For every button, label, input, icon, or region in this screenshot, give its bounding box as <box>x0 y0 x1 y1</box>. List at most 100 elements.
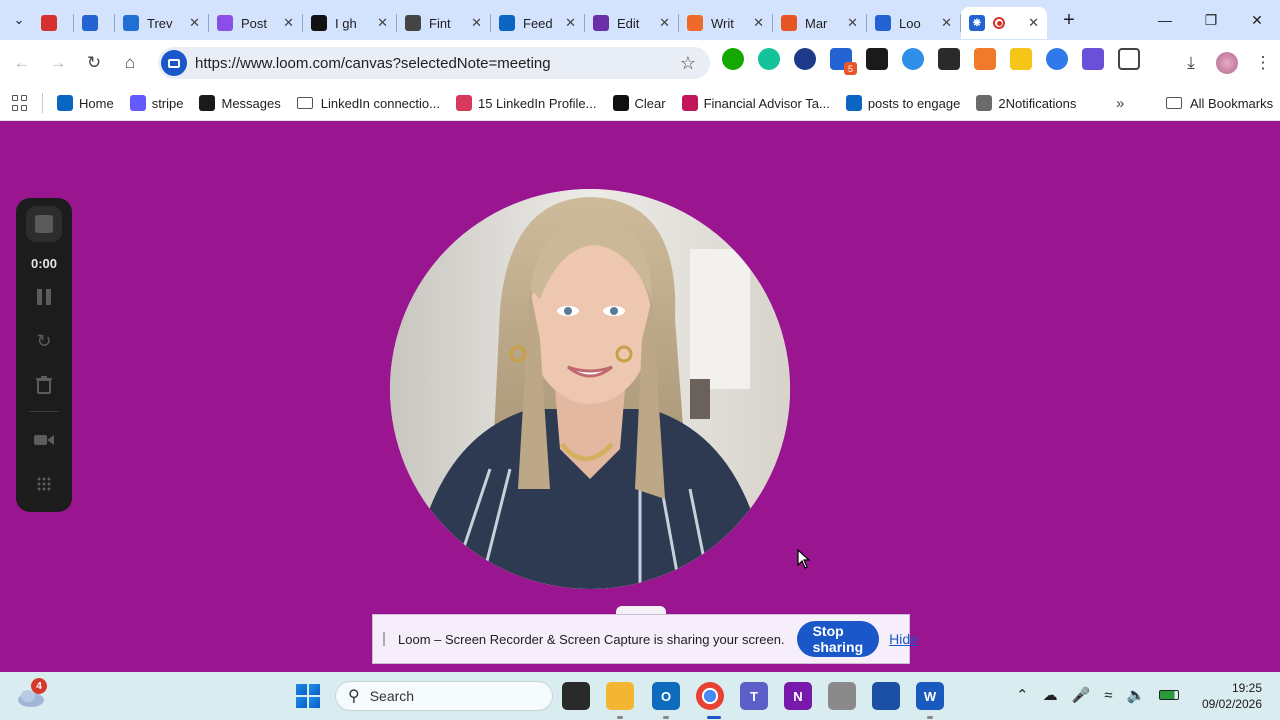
bookmark-icon <box>781 15 797 31</box>
battery-icon[interactable] <box>1159 690 1180 700</box>
camera-bubble[interactable] <box>390 189 790 589</box>
chrome-icon[interactable] <box>696 682 724 710</box>
bookmark-item[interactable]: Financial Advisor Ta... <box>681 95 830 111</box>
all-bookmarks-button[interactable]: All Bookmarks <box>1166 96 1273 111</box>
onenote-icon[interactable]: N <box>784 682 812 710</box>
browser-tab[interactable]: Post ✕ <box>209 7 302 39</box>
system-clock[interactable]: 19:25 09/02/2026 <box>1202 680 1262 712</box>
stop-sharing-button[interactable]: Stop sharing <box>796 621 880 657</box>
drag-grip-icon[interactable] <box>383 632 385 646</box>
loom-record-icon <box>41 15 57 31</box>
browser-tab[interactable]: I gh ✕ <box>303 7 396 39</box>
f-extension-icon[interactable] <box>866 48 888 70</box>
connect-app-icon[interactable] <box>872 682 900 710</box>
new-tab-button[interactable]: + <box>1055 6 1083 34</box>
bookmark-item[interactable]: LinkedIn connectio... <box>296 96 440 111</box>
teams-icon[interactable]: T <box>740 682 768 710</box>
close-tab-icon[interactable]: ✕ <box>941 15 952 31</box>
browser-tab[interactable] <box>74 7 114 39</box>
stop-recording-button[interactable] <box>26 206 62 242</box>
puzzle-extensions-icon[interactable] <box>1118 48 1140 70</box>
browser-tab[interactable]: Edit ✕ <box>585 7 678 39</box>
camera-toggle-button[interactable] <box>26 422 62 458</box>
bookmark-item[interactable]: 15 LinkedIn Profile... <box>455 95 597 111</box>
browser-tab[interactable]: Writ ✕ <box>679 7 772 39</box>
teams-check-extension-icon[interactable] <box>1082 48 1104 70</box>
bolt-extension-icon[interactable] <box>1046 48 1068 70</box>
dark-circle-extension-icon[interactable] <box>794 48 816 70</box>
camera-icon <box>34 435 54 445</box>
grammarly-extension-icon[interactable] <box>758 48 780 70</box>
url-text[interactable]: https://www.loom.com/canvas?selectedNote… <box>195 55 551 72</box>
bookmark-item[interactable]: posts to engage <box>845 95 961 111</box>
drawing-tools-button[interactable] <box>26 466 62 502</box>
tab-title: Post <box>241 15 268 31</box>
browser-tab[interactable]: Trev ✕ <box>115 7 208 39</box>
microphone-icon[interactable]: 🎤 <box>1072 686 1091 704</box>
menu-kebab-icon[interactable]: ⋮ <box>1246 46 1280 80</box>
close-tab-icon[interactable]: ✕ <box>565 15 576 31</box>
bookmark-item[interactable]: Home <box>57 95 114 111</box>
close-tab-icon[interactable]: ✕ <box>1028 15 1039 31</box>
orange-stack-extension-icon[interactable] <box>974 48 996 70</box>
onedrive-cloud-icon[interactable]: ☁ <box>1043 686 1058 704</box>
weather-widget[interactable]: 4 <box>16 678 47 708</box>
bookmark-label: posts to engage <box>867 95 961 111</box>
hide-link[interactable]: Hide <box>889 631 918 647</box>
close-tab-icon[interactable]: ✕ <box>659 15 670 31</box>
upwork-extension-icon[interactable] <box>722 48 744 70</box>
site-info-icon[interactable] <box>161 50 187 76</box>
shield-extension-icon[interactable] <box>938 48 960 70</box>
close-tab-icon[interactable]: ✕ <box>283 15 294 31</box>
pause-button[interactable] <box>26 279 62 315</box>
close-tab-icon[interactable]: ✕ <box>753 15 764 31</box>
bookmark-label: 15 LinkedIn Profile... <box>477 95 597 111</box>
file-explorer-icon[interactable] <box>606 682 634 710</box>
reload-button[interactable]: ↻ <box>77 46 111 80</box>
close-tab-icon[interactable]: ✕ <box>847 15 858 31</box>
word-icon[interactable]: W <box>916 682 944 710</box>
start-button[interactable] <box>296 684 320 708</box>
windows-taskbar: 4 ⚲ Search O T N W ⌃ ☁ 🎤 ≈ 🔈 19:25 09/02… <box>0 672 1280 720</box>
bookmark-item[interactable]: Clear <box>612 95 666 111</box>
delete-button[interactable] <box>26 367 62 403</box>
browser-tab[interactable] <box>33 7 73 39</box>
home-button[interactable]: ⌂ <box>113 46 147 80</box>
minimize-button[interactable]: — <box>1142 0 1188 40</box>
browser-tab[interactable]: Loo ✕ <box>867 7 960 39</box>
close-window-button[interactable]: ✕ <box>1234 0 1280 40</box>
profile-avatar[interactable] <box>1216 52 1238 74</box>
more-bookmarks-icon[interactable]: » <box>1116 95 1124 112</box>
tab-search-button[interactable]: ⌄ <box>5 6 33 34</box>
bookmark-item[interactable]: 2Notifications <box>976 95 1076 111</box>
back-button[interactable]: ← <box>5 46 39 80</box>
restart-button[interactable]: ↻ <box>26 323 62 359</box>
task-view-icon[interactable] <box>562 682 590 710</box>
chevron-up-icon[interactable]: ⌃ <box>1016 686 1029 704</box>
bookmark-item[interactable]: stripe <box>129 95 183 111</box>
browser-tab[interactable]: Fint ✕ <box>397 7 490 39</box>
download-icon[interactable]: ⤓ <box>1174 46 1208 80</box>
tab-active[interactable]: ❋ ✕ <box>961 7 1047 39</box>
bookmark-item[interactable]: Messages <box>199 95 281 111</box>
outlook-icon[interactable]: O <box>652 682 680 710</box>
close-tab-icon[interactable]: ✕ <box>189 15 200 31</box>
restore-button[interactable]: ❐ <box>1188 0 1234 40</box>
yellow-extension-icon[interactable] <box>1010 48 1032 70</box>
forward-button[interactable]: → <box>41 46 75 80</box>
close-tab-icon[interactable]: ✕ <box>377 15 388 31</box>
browser-tab[interactable]: Mar ✕ <box>773 7 866 39</box>
taskbar-search[interactable]: ⚲ Search <box>335 681 553 711</box>
browser-tab[interactable]: Feed ✕ <box>491 7 584 39</box>
loom-extension-icon[interactable]: 5 <box>830 48 857 75</box>
address-bar[interactable]: https://www.loom.com/canvas?selectedNote… <box>158 47 710 79</box>
spiral-extension-icon[interactable] <box>902 48 924 70</box>
speaker-icon[interactable]: 🔈 <box>1127 686 1146 704</box>
loom-icon <box>875 15 891 31</box>
bookmark-star-icon[interactable]: ☆ <box>680 53 696 74</box>
wifi-icon[interactable]: ≈ <box>1104 687 1112 704</box>
remote-desktop-icon[interactable] <box>828 682 856 710</box>
apps-grid-icon[interactable] <box>12 95 28 111</box>
bookmark-label: Messages <box>221 95 281 111</box>
close-tab-icon[interactable]: ✕ <box>471 15 482 31</box>
